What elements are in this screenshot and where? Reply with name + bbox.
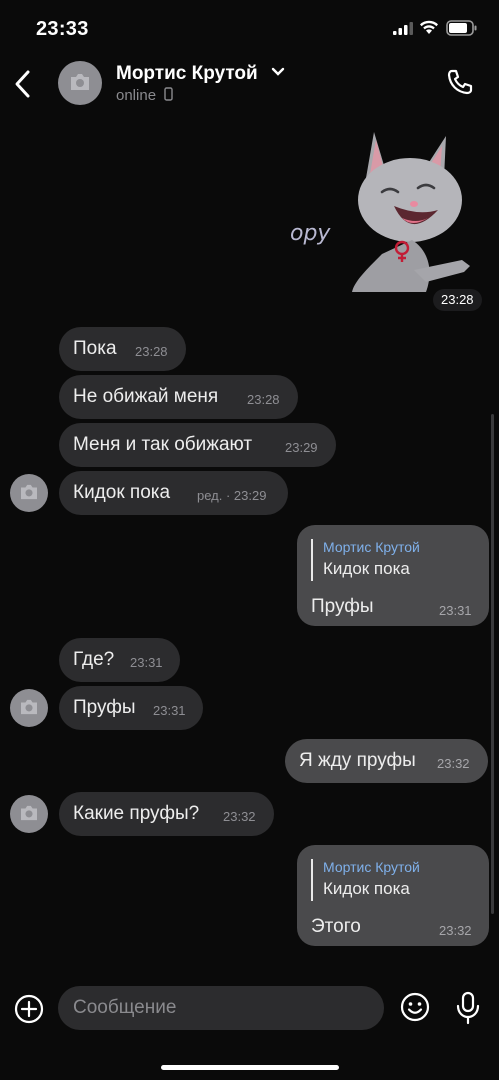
incoming-message[interactable]: Какие пруфы? 23:32 — [59, 792, 274, 836]
message-text: Пока — [73, 338, 117, 359]
message-text: Пруфы — [73, 697, 136, 718]
reply-quoted-text: Кидок пока — [323, 879, 410, 898]
add-attachment-icon[interactable] — [14, 994, 44, 1024]
home-indicator[interactable] — [161, 1065, 339, 1070]
message-input[interactable] — [58, 986, 384, 1030]
message-text: Где? — [73, 649, 115, 670]
back-arrow-icon[interactable] — [10, 66, 36, 102]
message-text: Этого — [311, 916, 361, 937]
contact-avatar[interactable] — [58, 61, 102, 105]
incoming-message[interactable]: Не обижай меня 23:28 — [59, 375, 298, 419]
wifi-icon — [420, 20, 438, 34]
incoming-message[interactable]: Меня и так обижают 23:29 — [59, 423, 336, 467]
chevron-down-icon[interactable] — [271, 67, 285, 77]
camera-icon — [21, 699, 37, 715]
message-time: 23:31 — [130, 655, 163, 670]
camera-icon — [71, 74, 89, 90]
message-text: Не обижай меня — [73, 386, 219, 407]
reply-quote-bar — [311, 859, 313, 901]
scrollbar[interactable] — [491, 414, 494, 914]
message-time: 23:28 — [247, 392, 280, 407]
message-text: Какие пруфы? — [73, 803, 200, 824]
camera-icon — [21, 484, 37, 500]
incoming-message[interactable]: Где? 23:31 — [59, 638, 180, 682]
message-time: 23:28 — [135, 344, 168, 359]
reply-quoted-text: Кидок пока — [323, 559, 410, 578]
reply-author: Мортис Крутой — [323, 859, 420, 875]
cat-sticker[interactable]: ору — [286, 120, 486, 300]
outgoing-message[interactable]: Я жду пруфы 23:32 — [285, 739, 488, 783]
reply-quote-bar — [311, 539, 313, 581]
message-text: Кидок пока — [73, 482, 171, 503]
message-text: Меня и так обижают — [73, 434, 253, 455]
incoming-message[interactable]: Пруфы 23:31 — [59, 686, 203, 730]
composer-bar — [0, 972, 499, 1080]
message-list[interactable]: ору 23:28 Пока 23:28 Не обижай меня 23:2… — [0, 112, 499, 972]
message-text: Пруфы — [311, 596, 374, 617]
message-time: 23:31 — [439, 603, 472, 618]
sticker-caption: ору — [290, 221, 331, 246]
sticker-time: 23:28 — [433, 289, 482, 311]
status-time: 23:33 — [36, 18, 89, 40]
status-bar: 23:33 — [0, 0, 499, 56]
chat-header: Мортис Крутой online — [0, 56, 499, 112]
message-time: 23:31 — [153, 703, 186, 718]
incoming-message[interactable]: Кидок пока ред. · 23:29 — [59, 471, 288, 515]
outgoing-reply-message[interactable]: Мортис Крутой Кидок пока Этого 23:32 — [297, 845, 489, 946]
sender-avatar[interactable] — [10, 795, 48, 833]
contact-status: online — [116, 87, 157, 104]
message-time-edited: ред. · 23:29 — [197, 488, 267, 503]
message-time: 23:32 — [223, 809, 256, 824]
message-time: 23:32 — [439, 923, 472, 938]
phone-call-icon[interactable] — [446, 68, 474, 96]
reply-author: Мортис Крутой — [323, 539, 420, 555]
emoji-smile-icon[interactable] — [400, 992, 430, 1022]
microphone-icon[interactable] — [455, 991, 481, 1025]
battery-icon — [446, 20, 477, 36]
contact-name[interactable]: Мортис Крутой — [116, 63, 258, 85]
mobile-device-icon — [164, 87, 173, 101]
message-time: 23:32 — [437, 756, 470, 771]
camera-icon — [21, 805, 37, 821]
sender-avatar[interactable] — [10, 474, 48, 512]
message-time: 23:29 — [285, 440, 318, 455]
cellular-signal-icon — [393, 22, 413, 35]
incoming-message[interactable]: Пока 23:28 — [59, 327, 186, 371]
sender-avatar[interactable] — [10, 689, 48, 727]
outgoing-reply-message[interactable]: Мортис Крутой Кидок пока Пруфы 23:31 — [297, 525, 489, 626]
message-text: Я жду пруфы — [299, 750, 416, 771]
